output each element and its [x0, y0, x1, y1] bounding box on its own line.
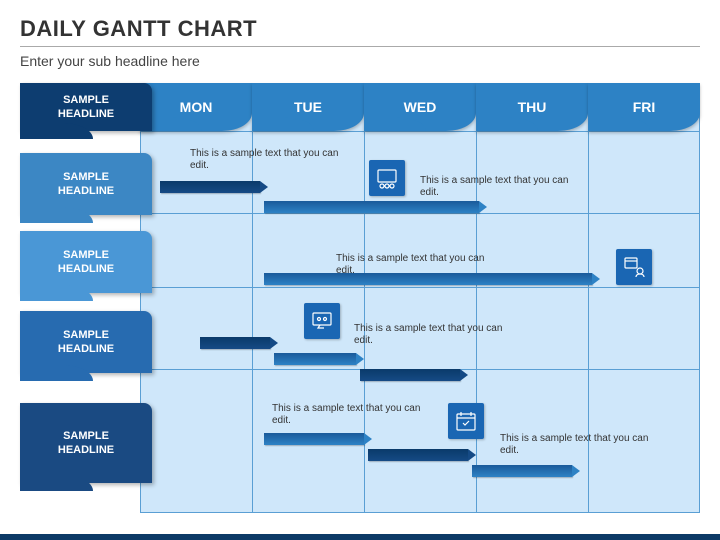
page-subtitle: Enter your sub headline here — [20, 53, 700, 69]
col-header-mon: MON — [140, 83, 252, 131]
bar-r2-b — [264, 201, 479, 213]
gantt-chart: MON TUE WED THU FRI SAMPLE HEADLINE SAMP… — [20, 83, 700, 513]
col-header-tue: TUE — [252, 83, 364, 131]
bar-r5-a — [264, 433, 364, 445]
divider — [20, 46, 700, 47]
bar-r5-c — [472, 465, 572, 477]
row-header-3: SAMPLE HEADLINE — [20, 231, 152, 293]
bar-r4-a — [200, 337, 270, 349]
note-3: This is a sample text that you can edit. — [336, 253, 486, 277]
calendar-user-icon — [616, 249, 652, 285]
page-title: DAILY GANTT CHART — [20, 16, 700, 42]
note-5: This is a sample text that you can edit. — [272, 403, 422, 427]
col-header-fri: FRI — [588, 83, 700, 131]
note-2: This is a sample text that you can edit. — [420, 175, 570, 199]
footer-accent — [0, 534, 720, 540]
bar-r4-b — [274, 353, 356, 365]
chat-group-icon — [304, 303, 340, 339]
bar-r2-a — [160, 181, 260, 193]
note-6: This is a sample text that you can edit. — [500, 433, 650, 457]
row-header-5: SAMPLE HEADLINE — [20, 403, 152, 483]
presentation-icon — [369, 160, 405, 196]
bar-r5-b — [368, 449, 468, 461]
note-4: This is a sample text that you can edit. — [354, 323, 504, 347]
col-header-thu: THU — [476, 83, 588, 131]
note-1: This is a sample text that you can edit. — [190, 148, 340, 172]
bar-r4-c — [360, 369, 460, 381]
col-header-wed: WED — [364, 83, 476, 131]
row-header-2: SAMPLE HEADLINE — [20, 153, 152, 215]
row-header-1: SAMPLE HEADLINE — [20, 83, 152, 131]
row-header-4: SAMPLE HEADLINE — [20, 311, 152, 373]
calendar-check-icon — [448, 403, 484, 439]
